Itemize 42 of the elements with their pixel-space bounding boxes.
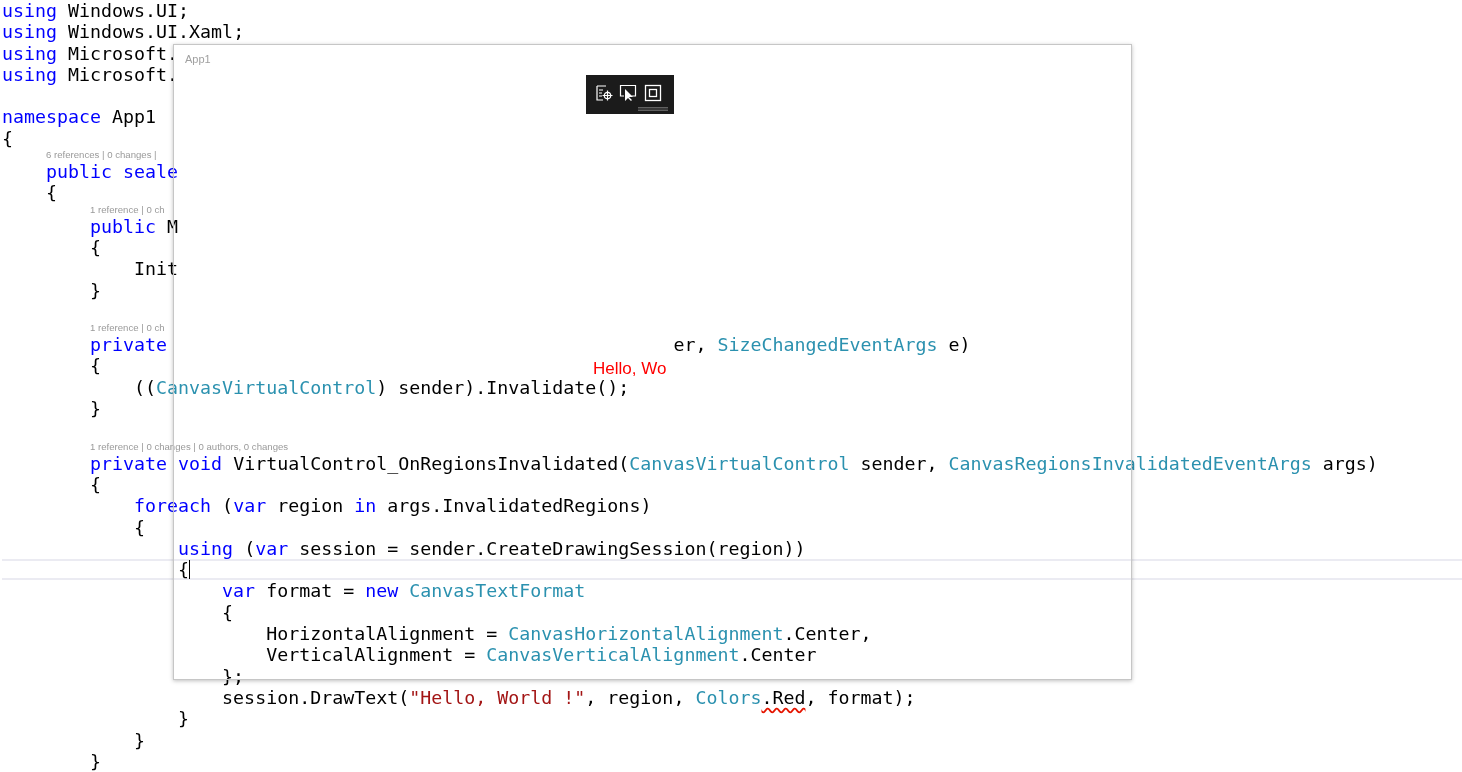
code-line: { <box>90 355 102 377</box>
code-lens-text[interactable]: 1 reference | 0 changes | 0 authors, 0 changes <box>90 440 289 453</box>
code-line: VerticalAlignment = CanvasVerticalAlignment.Center <box>266 644 817 666</box>
code-line: { <box>2 127 13 150</box>
code-line: } <box>90 279 102 301</box>
code-line: public seale <box>46 161 179 183</box>
drag-handle-icon[interactable] <box>638 107 668 111</box>
code-line: session.DrawText("Hello, World !", region, Colors.Red, format); <box>222 686 916 709</box>
canvas-text: Hello, Wo <box>593 360 667 377</box>
code-line: foreach (var region in args.InvalidatedRegions) <box>134 495 652 517</box>
code-line: { <box>90 236 102 259</box>
code-line: { <box>134 516 146 538</box>
code-line: using Microsoft. <box>2 63 179 86</box>
cursor-icon[interactable] <box>619 84 637 102</box>
code-line: using Windows.UI.Xaml; <box>2 21 245 43</box>
code-fragment: er, SizeChangedEventArgs e) <box>673 334 971 356</box>
code-line: Init <box>134 258 179 280</box>
code-line: using (var session = sender.CreateDrawingSession(region)) <box>178 537 806 560</box>
code-lens-text[interactable]: 6 references | 0 changes | <box>46 149 157 162</box>
code-line: }; <box>222 665 245 687</box>
code-line: { <box>222 601 234 623</box>
code-line: using Windows.UI; <box>2 0 190 22</box>
code-line: } <box>134 729 146 751</box>
code-line: using Microsoft. <box>2 42 179 64</box>
code-line: ((CanvasVirtualControl) sender).Invalidate(); <box>134 376 630 399</box>
code-line: namespace App1 <box>2 106 157 128</box>
window-title: App1 <box>185 53 211 65</box>
code-line: private <box>90 334 168 356</box>
code-line: private void VirtualControl_OnRegionsInvalidated(CanvasVirtualControl sender, CanvasRegionsInvalidatedEventArgs args) <box>90 452 1378 474</box>
square-icon[interactable] <box>644 84 662 102</box>
code-line: { <box>90 473 102 496</box>
text-cursor <box>189 560 191 580</box>
code-line: var format = new CanvasTextFormat <box>222 580 586 602</box>
code-line: HorizontalAlignment = CanvasHorizontalAlignment.Center, <box>266 623 872 645</box>
code-line: } <box>178 708 190 730</box>
code-line: { <box>46 182 58 204</box>
code-lens-text[interactable]: 1 reference | 0 ch <box>90 322 165 335</box>
code-line: } <box>90 750 102 772</box>
code-lens-text[interactable]: 1 reference | 0 ch <box>90 203 165 216</box>
list-target-icon[interactable] <box>595 84 613 102</box>
code-line: } <box>90 398 102 420</box>
code-line: { <box>178 559 190 581</box>
